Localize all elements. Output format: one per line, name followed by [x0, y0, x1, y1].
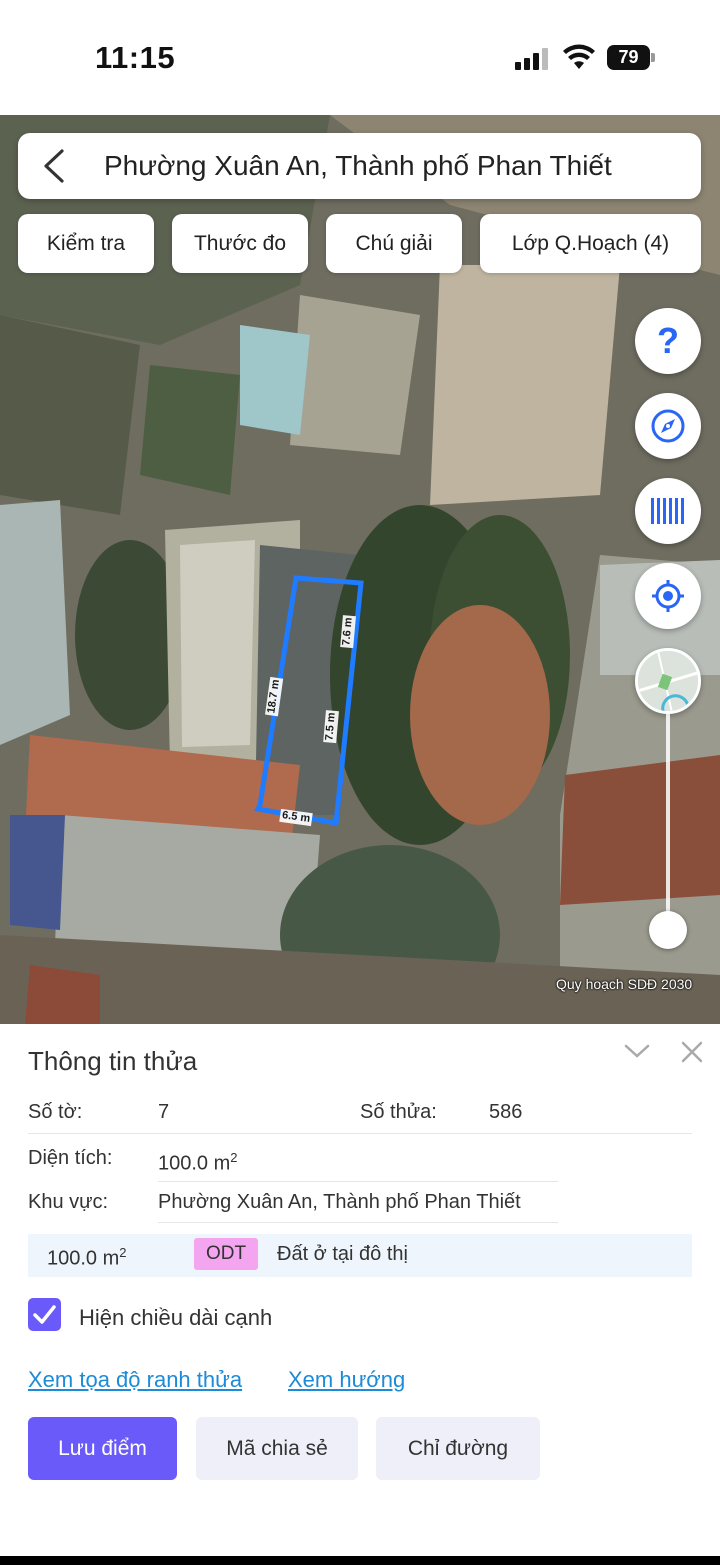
sheet-title: Thông tin thửa [28, 1046, 198, 1076]
sheet-number-label: Số tờ: [28, 1101, 83, 1123]
compass-icon [651, 409, 685, 443]
cellular-signal-icon [515, 48, 551, 70]
divider [158, 1222, 558, 1223]
map-layer-credit: Quy hoạch SDĐ 2030 [556, 976, 693, 992]
land-use-description: Đất ở tại đô thị [277, 1243, 408, 1265]
barcode-button[interactable] [635, 478, 701, 544]
opacity-slider-handle[interactable] [649, 911, 687, 949]
bottom-edge [0, 1556, 720, 1565]
help-button[interactable]: ? [635, 308, 701, 374]
region-label: Khu vực: [28, 1191, 109, 1213]
land-use-area: 100.0 m2 [47, 1245, 127, 1270]
chevron-down-icon[interactable] [624, 1040, 650, 1062]
location-header[interactable]: Phường Xuân An, Thành phố Phan Thiết [18, 133, 701, 199]
battery-level: 79 [607, 45, 650, 70]
view-direction-link[interactable]: Xem hướng [288, 1367, 405, 1393]
status-bar: 11:15 79 [0, 0, 720, 115]
barcode-icon [651, 498, 684, 524]
plot-number-value: 586 [489, 1101, 523, 1123]
show-edge-lengths-checkbox[interactable] [28, 1298, 61, 1331]
show-edge-lengths-label[interactable]: Hiện chiều dài cạnh [79, 1305, 272, 1331]
share-code-button[interactable]: Mã chia sẻ [196, 1417, 358, 1480]
divider [28, 1133, 692, 1134]
legend-button[interactable]: Chú giải [326, 214, 462, 273]
directions-button[interactable]: Chỉ đường [376, 1417, 540, 1480]
sheet-number-value: 7 [158, 1101, 170, 1123]
opacity-slider-track[interactable] [666, 714, 670, 928]
divider [158, 1181, 558, 1182]
edge-length-label: 7.5 m [323, 709, 339, 744]
back-icon[interactable] [40, 148, 66, 184]
location-title: Phường Xuân An, Thành phố Phan Thiết [104, 150, 612, 181]
map-layer-switch[interactable] [635, 648, 701, 714]
planning-layers-button[interactable]: Lớp Q.Hoạch (4) [480, 214, 701, 273]
status-time: 11:15 [95, 40, 176, 75]
edge-length-label: 7.6 m [340, 614, 356, 649]
view-coordinates-link[interactable]: Xem tọa độ ranh thửa [28, 1367, 242, 1393]
close-icon[interactable] [680, 1040, 704, 1064]
battery-icon: 79 [607, 45, 655, 70]
checkmark-icon [33, 1305, 56, 1324]
area-label: Diện tích: [28, 1147, 113, 1169]
wifi-icon [563, 44, 595, 69]
my-location-button[interactable] [635, 563, 701, 629]
region-value: Phường Xuân An, Thành phố Phan Thiết [158, 1191, 521, 1213]
help-icon: ? [657, 320, 679, 361]
locate-icon [652, 580, 684, 612]
compass-button[interactable] [635, 393, 701, 459]
area-value: 100.0 m2 [158, 1150, 238, 1175]
land-use-code-badge: ODT [194, 1238, 258, 1270]
measure-button[interactable]: Thước đo [172, 214, 308, 273]
plot-number-label: Số thửa: [360, 1101, 437, 1123]
save-point-button[interactable]: Lưu điểm [28, 1417, 177, 1480]
check-button[interactable]: Kiểm tra [18, 214, 154, 273]
